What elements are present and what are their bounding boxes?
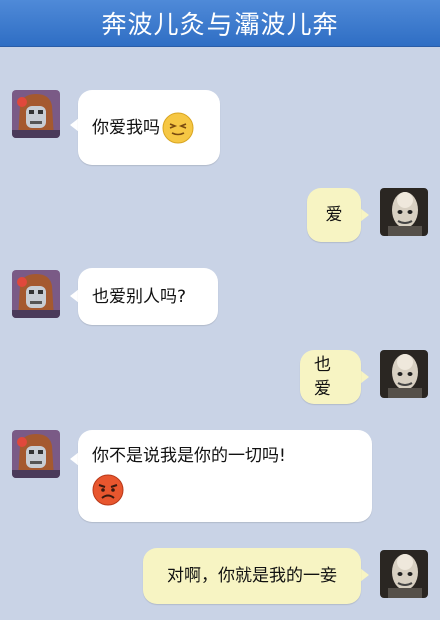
girl-avatar-icon xyxy=(12,270,60,318)
message-row: 对啊，你就是我的一妾 xyxy=(0,548,440,604)
fish-demon-avatar-icon xyxy=(380,550,428,598)
avatar-girl[interactable] xyxy=(12,90,60,138)
message-row: 也爱别人吗? xyxy=(0,268,440,325)
title-left: 奔波儿灸 xyxy=(101,10,206,39)
message-row: 也爱 xyxy=(0,350,440,404)
message-row: 你爱我吗 xyxy=(0,90,440,165)
avatar-boy[interactable] xyxy=(380,188,428,236)
message-text: 爱 xyxy=(325,205,343,225)
message-bubble[interactable]: 你爱我吗 xyxy=(78,90,220,165)
title-separator: 与 xyxy=(206,10,234,41)
message-text: 也爱 xyxy=(314,355,331,399)
message-text: 你不是说我是你的一切吗! xyxy=(92,446,286,466)
message-bubble[interactable]: 对啊，你就是我的一妾 xyxy=(143,548,361,604)
chat-title-bar: 奔波儿灸 与 灞波儿奔 xyxy=(0,0,440,47)
message-bubble[interactable]: 也爱别人吗? xyxy=(78,268,218,325)
message-bubble[interactable]: 你不是说我是你的一切吗! xyxy=(78,430,372,522)
avatar-girl[interactable] xyxy=(12,270,60,318)
avatar-boy[interactable] xyxy=(380,350,428,398)
avatar-girl[interactable] xyxy=(12,430,60,478)
girl-avatar-icon xyxy=(12,430,60,478)
message-row: 爱 xyxy=(0,188,440,242)
avatar-boy[interactable] xyxy=(380,550,428,598)
message-text: 对啊，你就是我的一妾 xyxy=(167,566,337,586)
fish-demon-avatar-icon xyxy=(380,350,428,398)
message-text: 也爱别人吗? xyxy=(92,286,187,307)
title-right: 灞波儿奔 xyxy=(234,10,339,39)
message-text: 你爱我吗 xyxy=(92,117,160,138)
message-bubble[interactable]: 也爱 xyxy=(300,350,361,404)
angry-face-icon xyxy=(92,474,124,506)
fish-demon-avatar-icon xyxy=(380,188,428,236)
message-row: 你不是说我是你的一切吗! xyxy=(0,430,440,522)
girl-avatar-icon xyxy=(12,90,60,138)
smiling-closed-eyes-icon xyxy=(162,112,194,143)
message-bubble[interactable]: 爱 xyxy=(307,188,361,242)
